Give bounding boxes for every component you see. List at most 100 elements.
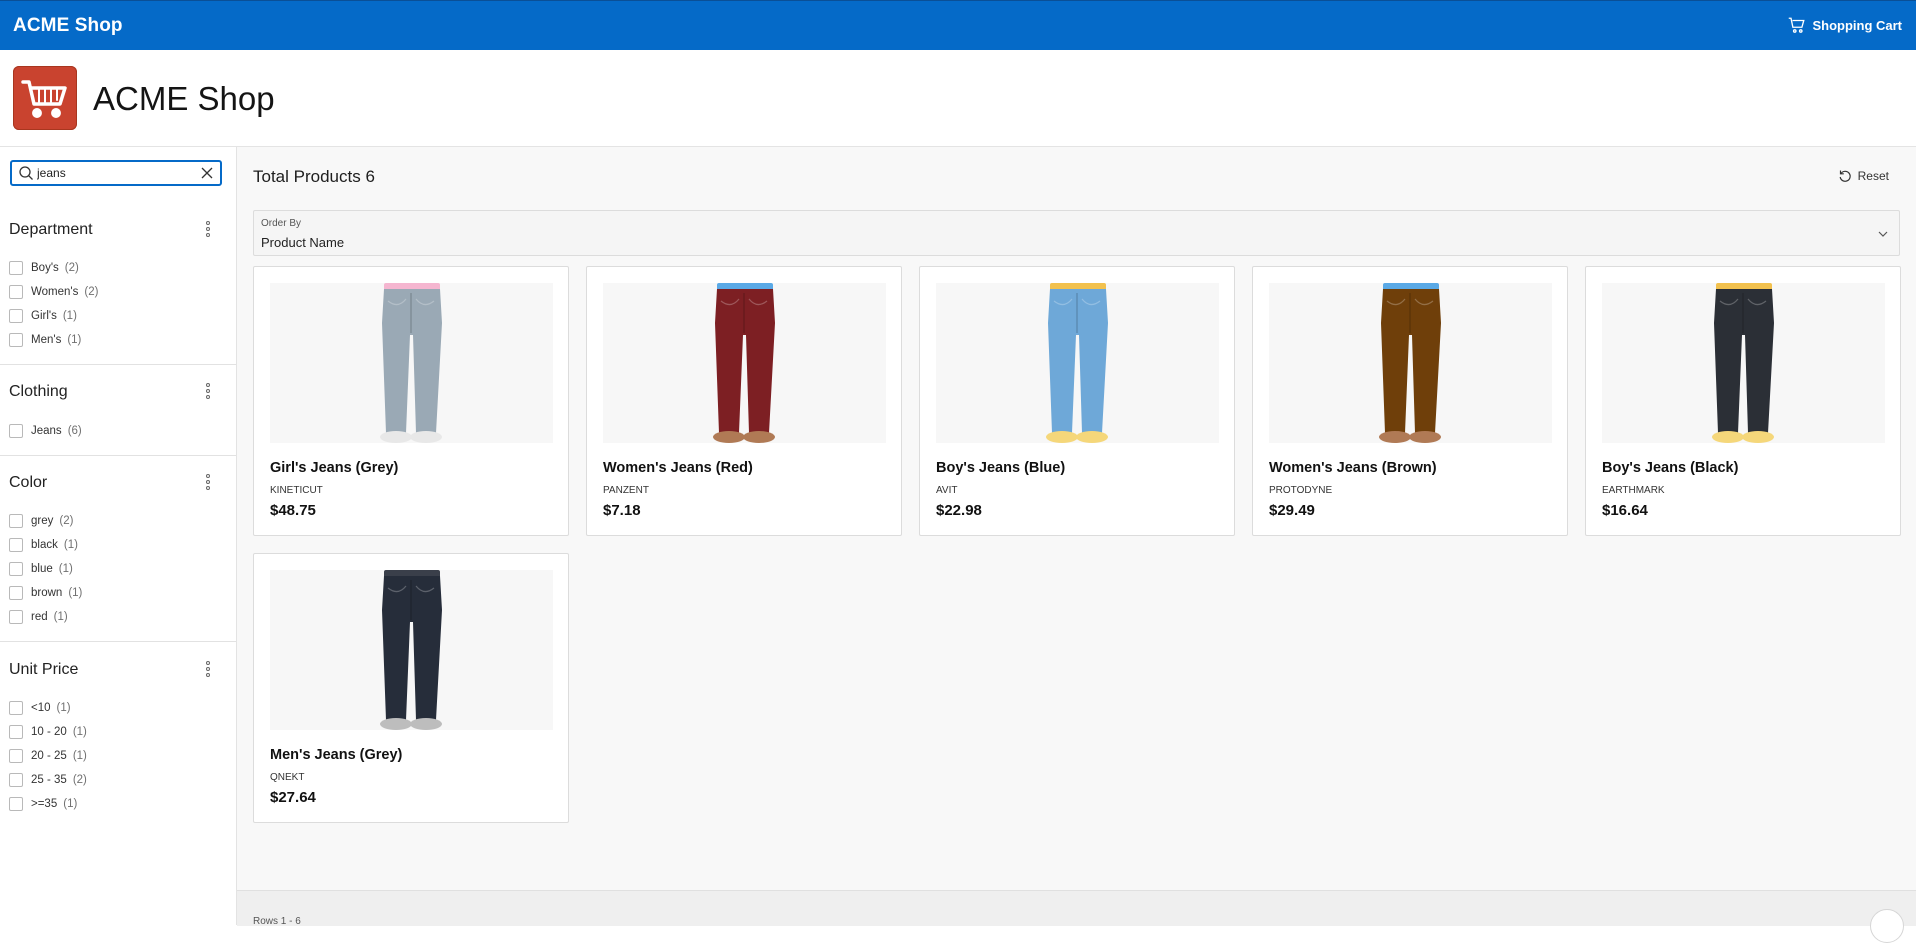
checkbox[interactable]: [9, 261, 23, 275]
product-card[interactable]: Men's Jeans (Grey) QNEKT $27.64: [253, 553, 569, 823]
checkbox[interactable]: [9, 285, 23, 299]
checkbox[interactable]: [9, 562, 23, 576]
checkbox[interactable]: [9, 749, 23, 763]
facet-option-black[interactable]: black (1): [9, 537, 78, 553]
checkbox[interactable]: [9, 610, 23, 624]
product-image: [1602, 283, 1885, 443]
more-options-icon[interactable]: [206, 661, 212, 679]
product-image-wrap: [1269, 283, 1552, 443]
option-count: (1): [67, 334, 82, 346]
facet-option-mens[interactable]: Men's (1): [9, 332, 81, 348]
facet-option-price-20-25[interactable]: 20 - 25 (1): [9, 748, 87, 764]
reset-icon: [1839, 170, 1851, 182]
checkbox[interactable]: [9, 725, 23, 739]
reset-button[interactable]: Reset: [1838, 169, 1889, 183]
option-label: 25 - 35: [31, 774, 67, 786]
search-input[interactable]: [37, 164, 197, 182]
search-icon: [19, 166, 33, 180]
product-name[interactable]: Men's Jeans (Grey): [270, 747, 402, 763]
results-footer: Rows 1 - 6: [237, 890, 1916, 943]
product-name[interactable]: Boy's Jeans (Black): [1602, 460, 1738, 476]
product-card[interactable]: Women's Jeans (Brown) PROTODYNE $29.49: [1252, 266, 1568, 536]
option-count: (1): [63, 539, 78, 551]
product-image: [1269, 283, 1552, 443]
option-count: (1): [53, 611, 68, 623]
checkbox[interactable]: [9, 797, 23, 811]
facet-option-price-10-20[interactable]: 10 - 20 (1): [9, 724, 87, 740]
checkbox[interactable]: [9, 538, 23, 552]
product-brand: PANZENT: [603, 485, 649, 496]
option-label: red: [31, 611, 48, 623]
product-brand: PROTODYNE: [1269, 485, 1333, 496]
facet-option-brown[interactable]: brown (1): [9, 585, 82, 601]
product-name[interactable]: Boy's Jeans (Blue): [936, 460, 1065, 476]
facet-option-womens[interactable]: Women's (2): [9, 284, 98, 300]
option-label: blue: [31, 563, 53, 575]
product-price: $16.64: [1602, 502, 1648, 519]
facet-option-price-gte35[interactable]: >=35 (1): [9, 796, 77, 812]
order-by-value: Product Name: [261, 235, 345, 250]
checkbox[interactable]: [9, 333, 23, 347]
product-image-wrap: [603, 283, 886, 443]
product-card[interactable]: Boy's Jeans (Blue) AVIT $22.98: [919, 266, 1235, 536]
facet-option-price-25-35[interactable]: 25 - 35 (2): [9, 772, 87, 788]
checkbox[interactable]: [9, 773, 23, 787]
product-brand: KINETICUT: [270, 485, 323, 496]
product-name[interactable]: Women's Jeans (Brown): [1269, 460, 1437, 476]
product-card[interactable]: Women's Jeans (Red) PANZENT $7.18: [586, 266, 902, 536]
facet-option-price-lt10[interactable]: <10 (1): [9, 700, 71, 716]
shopping-cart-icon: [21, 80, 67, 118]
total-products: Total Products 6: [253, 167, 375, 186]
product-price: $27.64: [270, 789, 316, 806]
checkbox[interactable]: [9, 701, 23, 715]
scroll-top-button[interactable]: [1870, 909, 1904, 943]
checkbox[interactable]: [9, 309, 23, 323]
product-card[interactable]: Boy's Jeans (Black) EARTHMARK $16.64: [1585, 266, 1901, 536]
option-label: Jeans: [31, 425, 62, 437]
product-results: Total Products 6 Reset Order By Product …: [237, 147, 1916, 943]
search-box[interactable]: [10, 160, 222, 186]
checkbox[interactable]: [9, 424, 23, 438]
option-label: black: [31, 539, 58, 551]
option-label: 10 - 20: [31, 726, 67, 738]
more-options-icon[interactable]: [206, 474, 212, 492]
facet-option-boys[interactable]: Boy's (2): [9, 260, 79, 276]
product-name[interactable]: Girl's Jeans (Grey): [270, 460, 398, 476]
divider: [0, 364, 236, 365]
option-label: Women's: [31, 286, 79, 298]
shopping-cart-link[interactable]: Shopping Cart: [1788, 16, 1902, 34]
product-card[interactable]: Girl's Jeans (Grey) KINETICUT $48.75: [253, 266, 569, 536]
product-image-wrap: [270, 570, 553, 730]
reset-label: Reset: [1857, 169, 1889, 183]
product-price: $48.75: [270, 502, 316, 519]
option-label: brown: [31, 587, 63, 599]
more-options-icon[interactable]: [206, 221, 212, 239]
app-brand[interactable]: ACME Shop: [13, 15, 123, 37]
facet-title: Clothing: [9, 383, 68, 400]
close-icon[interactable]: [200, 166, 214, 180]
facet-option-red[interactable]: red (1): [9, 609, 68, 625]
pagination-text: Rows 1 - 6: [253, 916, 301, 927]
option-count: (2): [59, 515, 74, 527]
cart-icon: [1789, 17, 1806, 33]
filter-sidebar: Department Boy's (2) Women's (2) Girl's (1)…: [0, 147, 237, 925]
facet-title: Unit Price: [9, 661, 79, 678]
chevron-down-icon: [1878, 231, 1888, 237]
checkbox[interactable]: [9, 514, 23, 528]
more-options-icon[interactable]: [206, 383, 212, 401]
facet-option-blue[interactable]: blue (1): [9, 561, 73, 577]
product-image-wrap: [1602, 283, 1885, 443]
order-by-select[interactable]: Order By Product Name: [253, 210, 1900, 256]
product-image: [270, 283, 553, 443]
option-count: (1): [68, 587, 83, 599]
option-count: (1): [62, 310, 77, 322]
shopping-cart-label: Shopping Cart: [1812, 17, 1902, 33]
facet-option-girls[interactable]: Girl's (1): [9, 308, 77, 324]
product-image-wrap: [270, 283, 553, 443]
option-label: Boy's: [31, 262, 59, 274]
facet-option-jeans[interactable]: Jeans (6): [9, 423, 82, 439]
checkbox[interactable]: [9, 586, 23, 600]
facet-option-grey[interactable]: grey (2): [9, 513, 73, 529]
product-name[interactable]: Women's Jeans (Red): [603, 460, 753, 476]
order-by-label: Order By: [261, 218, 302, 229]
